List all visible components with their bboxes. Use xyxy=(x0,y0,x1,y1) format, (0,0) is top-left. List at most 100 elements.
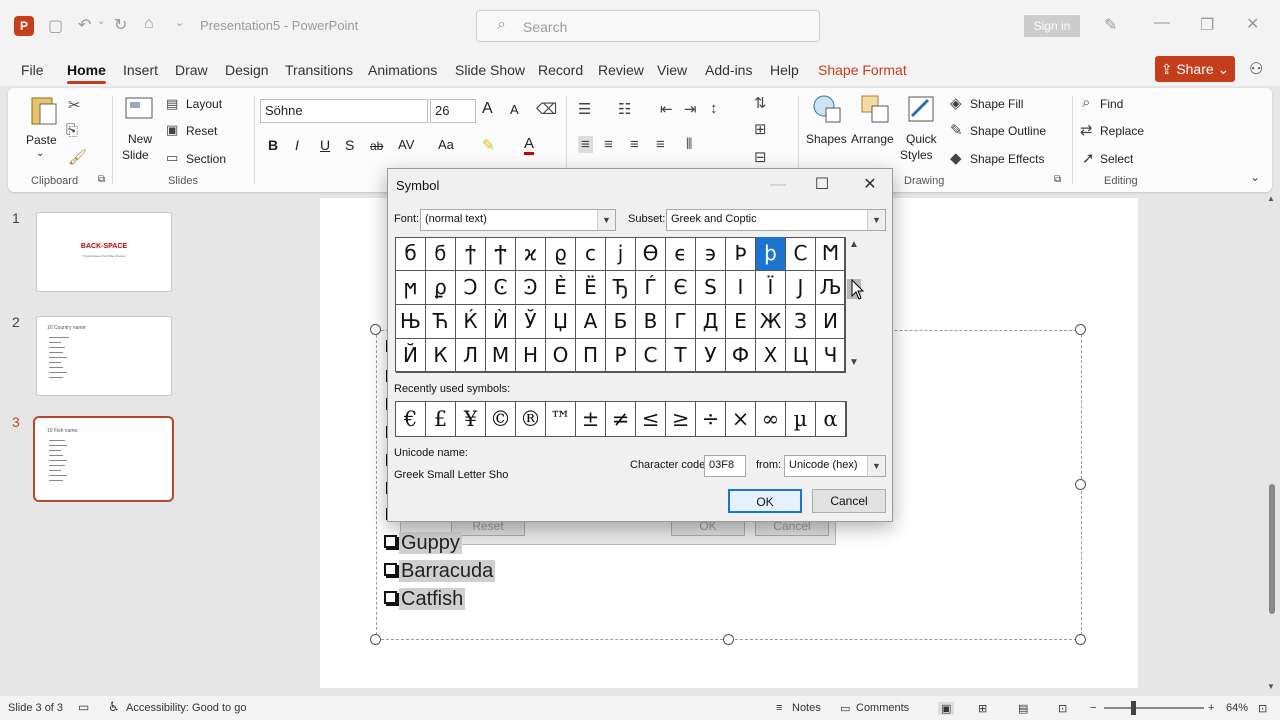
close-icon[interactable]: ✕ xyxy=(850,173,890,197)
list-item[interactable]: Barracuda xyxy=(384,560,496,583)
shapes-icon[interactable] xyxy=(812,94,842,124)
arrange-button[interactable]: Arrange xyxy=(851,132,894,146)
spelling-icon[interactable]: ▭ xyxy=(78,700,89,714)
shrink-font-button[interactable]: A xyxy=(510,102,519,117)
align-text-icon[interactable]: ⊞ xyxy=(754,120,767,138)
recent-symbol-cell[interactable]: ® xyxy=(516,402,546,436)
symbol-cell[interactable]: Ђ xyxy=(606,271,636,305)
bold-button[interactable]: B xyxy=(268,137,278,153)
symbol-cell[interactable]: Њ xyxy=(396,305,426,339)
symbol-cell[interactable]: Ч xyxy=(816,339,846,373)
tab-design[interactable]: Design xyxy=(225,62,269,78)
reset-icon[interactable]: ▣ xyxy=(166,122,178,138)
symbol-cell[interactable]: З xyxy=(786,305,816,339)
char-spacing-button[interactable]: AV xyxy=(398,137,414,152)
recent-symbol-cell[interactable]: µ xyxy=(786,402,816,436)
section-icon[interactable]: ▭ xyxy=(166,150,178,166)
recent-symbol-cell[interactable]: € xyxy=(396,402,426,436)
maximize-icon[interactable]: ☐ xyxy=(802,173,842,197)
tab-home[interactable]: Home xyxy=(67,62,106,84)
change-case-button[interactable]: Aa xyxy=(438,137,454,152)
shape-effects-icon[interactable]: ◆ xyxy=(950,149,962,167)
select-button[interactable]: Select xyxy=(1100,152,1133,166)
symbol-cell[interactable]: Л xyxy=(456,339,486,373)
pen-icon[interactable]: ✎ xyxy=(1104,15,1117,35)
symbol-cell[interactable]: Р xyxy=(606,339,636,373)
zoom-slider[interactable] xyxy=(1104,707,1204,709)
clipboard-launcher-icon[interactable]: ⧉ xyxy=(98,174,105,185)
smartart-icon[interactable]: ⊟ xyxy=(754,148,767,166)
resize-handle[interactable] xyxy=(723,634,734,645)
accessibility-icon[interactable]: ♿ xyxy=(108,699,120,715)
symbol-cell[interactable]: Н xyxy=(516,339,546,373)
tab-add-ins[interactable]: Add-ins xyxy=(705,62,752,78)
undo-icon[interactable]: ↶ xyxy=(78,15,91,35)
recent-symbol-cell[interactable]: α xyxy=(816,402,846,436)
present-icon[interactable]: ⌂ xyxy=(144,15,154,33)
underline-button[interactable]: U xyxy=(320,137,330,153)
symbol-cell[interactable]: М xyxy=(486,339,516,373)
new-slide-label-1[interactable]: New xyxy=(128,132,152,146)
font-size-box[interactable]: 26 xyxy=(430,99,476,123)
symbol-cell[interactable]: Т xyxy=(666,339,696,373)
paste-dropdown-icon[interactable]: ⌄ xyxy=(36,148,44,159)
highlight-icon[interactable]: ✎ xyxy=(482,136,495,154)
customize-toolbar-icon[interactable]: ⌄ xyxy=(175,16,184,29)
symbol-cell[interactable]: К xyxy=(426,339,456,373)
tab-draw[interactable]: Draw xyxy=(175,62,208,78)
symbol-cell[interactable]: Г xyxy=(666,305,696,339)
zoom-in-icon[interactable]: + xyxy=(1208,702,1214,714)
reset-button[interactable]: Reset xyxy=(186,124,217,138)
resize-handle[interactable] xyxy=(370,634,381,645)
accessibility-status[interactable]: Accessibility: Good to go xyxy=(126,702,246,714)
tab-insert[interactable]: Insert xyxy=(123,62,158,78)
redo-icon[interactable]: ↻ xyxy=(114,15,127,35)
copy-icon[interactable]: ⎘ xyxy=(66,122,78,139)
font-select[interactable]: (normal text) ▼ xyxy=(420,209,616,231)
symbol-cell[interactable]: ϶ xyxy=(696,237,726,271)
symbol-cell[interactable]: П xyxy=(576,339,606,373)
symbol-cell[interactable]: Ѝ xyxy=(486,305,516,339)
slide-thumbnail-3[interactable]: 10 Fish name: xyxy=(33,416,174,502)
quick-styles-label-2[interactable]: Styles xyxy=(900,148,933,162)
italic-button[interactable]: I xyxy=(295,137,299,153)
symbol-cell[interactable]: А xyxy=(576,305,606,339)
undo-dropdown-icon[interactable]: ⌄ xyxy=(97,16,105,27)
editor-scrollbar[interactable]: ▲ ▼ xyxy=(1266,194,1278,694)
layout-icon[interactable]: ▤ xyxy=(166,96,178,112)
drawing-launcher-icon[interactable]: ⧉ xyxy=(1054,174,1061,185)
tab-help[interactable]: Help xyxy=(770,62,799,78)
replace-button[interactable]: Replace xyxy=(1100,124,1144,138)
symbol-cell[interactable]: О xyxy=(546,339,576,373)
notes-icon[interactable]: ≡ xyxy=(776,702,782,714)
subset-select[interactable]: Greek and Coptic ▼ xyxy=(666,209,886,231)
symbol-cell[interactable]: Ј xyxy=(786,271,816,305)
symbol-cell[interactable]: Ў xyxy=(516,305,546,339)
restore-icon[interactable]: ❐ xyxy=(1200,15,1214,35)
symbol-cell[interactable]: Ф xyxy=(726,339,756,373)
reading-view-icon[interactable]: ▤ xyxy=(1018,702,1028,715)
notes-button[interactable]: Notes xyxy=(792,702,821,714)
symbol-cell[interactable]: ϻ xyxy=(396,271,426,305)
justify-icon[interactable]: ≡ xyxy=(656,136,665,153)
replace-icon[interactable]: ⇄ xyxy=(1080,121,1093,139)
symbol-cell[interactable]: ϵ xyxy=(666,237,696,271)
from-select[interactable]: Unicode (hex) ▼ xyxy=(784,455,886,477)
symbol-cell[interactable]: ϳ xyxy=(606,237,636,271)
resize-handle[interactable] xyxy=(370,324,381,335)
numbering-icon[interactable]: ☷ xyxy=(618,100,631,118)
select-icon[interactable]: ➚ xyxy=(1082,149,1095,167)
slideshow-icon[interactable]: ⊡ xyxy=(1058,702,1067,715)
tab-review[interactable]: Review xyxy=(598,62,644,78)
align-left-icon[interactable]: ≡ xyxy=(578,136,593,153)
grow-font-button[interactable]: A xyxy=(482,100,493,118)
symbol-cell[interactable]: Ц xyxy=(786,339,816,373)
recent-symbol-cell[interactable]: ™ xyxy=(546,402,576,436)
quick-styles-label-1[interactable]: Quick xyxy=(906,132,937,146)
symbol-grid[interactable]: б ϭ ϯ Ϯϰ ϱ ϲ ϳ ϴϵ ϶ Ϸϸ Ϲ Ϻϻ ϼ Ͻ Ͼ Ͽ Ѐ Ё Ђ Ѓ Є Ѕ І Ї Ј Љ Њ Ћ Ќ Ѝ Ў Џ А Б В Г… xyxy=(395,237,846,373)
symbol-cell[interactable]: Џ xyxy=(546,305,576,339)
comments-icon[interactable]: ▭ xyxy=(840,702,850,715)
symbol-cell[interactable]: ϯ xyxy=(456,237,486,271)
recent-symbol-cell[interactable]: £ xyxy=(426,402,456,436)
list-item[interactable]: Catfish xyxy=(384,588,466,611)
